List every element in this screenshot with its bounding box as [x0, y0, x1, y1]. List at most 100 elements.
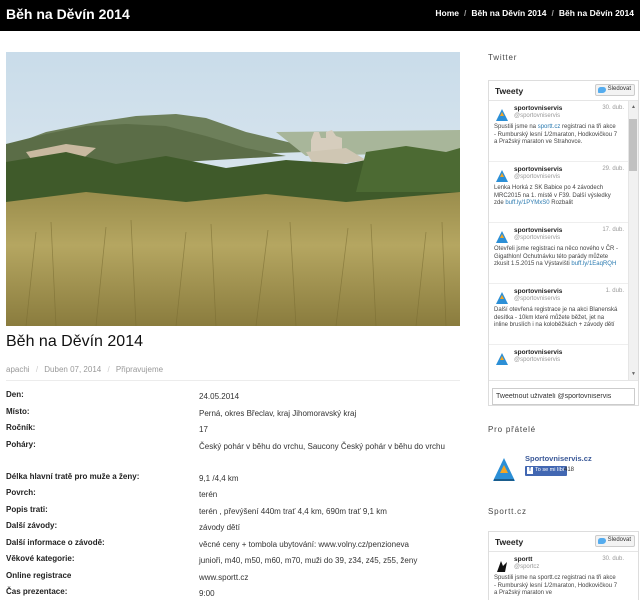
sportt-widget-header: Tweety Sledovat: [489, 532, 638, 552]
hero-image: [6, 52, 460, 326]
detail-label: Věkové kategorie:: [6, 554, 75, 563]
meta-divider: [6, 380, 460, 381]
site-title[interactable]: Běh na Děvín 2014: [6, 6, 130, 22]
tweet-list: sportovniservis @sportovniservis 30. dub…: [489, 101, 638, 380]
detail-row-categories: Věkové kategorie: junioři, m40, m50, m60…: [6, 553, 460, 570]
tweet-text: Otevřeli jsme registraci na něco nového …: [494, 246, 619, 269]
breadcrumb-category[interactable]: Běh na Děvín 2014: [471, 8, 546, 18]
tweet-author-handle: @sportovniservis: [514, 296, 561, 302]
tweet-author-handle: @sportovniservis: [514, 235, 561, 241]
tweet-expand[interactable]: Rozbalit: [550, 200, 573, 206]
meta-separator: /: [35, 365, 39, 374]
detail-label: Další závody:: [6, 521, 58, 530]
detail-value: terén: [199, 490, 218, 499]
post-author[interactable]: apachi: [6, 365, 30, 374]
avatar-icon: [494, 351, 510, 367]
tweet-text-part: Spustili jsme na: [494, 124, 538, 130]
twitter-widget: Tweety Sledovat sportovniservis @sportov…: [488, 80, 639, 406]
detail-label: Poháry:: [6, 439, 36, 449]
tweet-date[interactable]: 30. dub.: [602, 556, 624, 562]
breadcrumb: Home / Běh na Děvín 2014 / Běh na Děvín …: [435, 8, 634, 18]
tweet-date[interactable]: 29. dub.: [602, 166, 624, 172]
tweet-date[interactable]: 17. dub.: [602, 227, 624, 233]
detail-row-registration: Online registrace www.sportt.cz: [6, 570, 460, 587]
follow-button[interactable]: Sledovat: [594, 84, 635, 96]
tweet-author-handle: @sportovniservis: [514, 174, 561, 180]
post-title: Běh na Děvín 2014: [6, 333, 143, 350]
tweet-link[interactable]: buff.ly/1EaqRQH: [571, 261, 616, 267]
tweet-item[interactable]: sportt @sportcz 30. dub. Spustili jsme n…: [489, 552, 638, 600]
tweet-item[interactable]: sportovniservis @sportovniservis: [489, 345, 638, 380]
sportt-heading: Sportt.cz: [488, 507, 527, 516]
tweet-date[interactable]: 1. dub.: [606, 288, 624, 294]
sportt-widget-title[interactable]: Tweety: [495, 537, 523, 547]
detail-label: Místo:: [6, 406, 30, 416]
tweet-author-name[interactable]: sportt: [514, 556, 532, 563]
sportt-follow-button[interactable]: Sledovat: [594, 535, 635, 547]
detail-value: terén , převýšení 440m trať 4,4 km, 690m…: [199, 506, 387, 516]
breadcrumb-separator: /: [464, 8, 467, 18]
post-category[interactable]: Připravujeme: [116, 365, 163, 374]
tweet-text: Další otevřená registrace je na akci Bla…: [494, 307, 618, 328]
twitter-widget-header: Tweety Sledovat: [489, 81, 638, 101]
detail-value: závody dětí: [199, 523, 240, 532]
breadcrumb-current: Běh na Děvín 2014: [558, 8, 634, 18]
detail-value: 17: [199, 425, 208, 434]
tweet-author-handle: @sportcz: [514, 564, 540, 570]
detail-value: 24.05.2014: [199, 392, 240, 401]
meta-separator: /: [107, 365, 110, 374]
detail-value[interactable]: www.sportt.cz: [199, 570, 460, 587]
twitter-bird-icon: [597, 538, 606, 544]
scroll-down-icon[interactable]: ▼: [631, 371, 636, 377]
detail-label: Čas prezentace:: [6, 587, 68, 596]
post-date: Duben 07, 2014: [44, 365, 102, 374]
tweet-author-name[interactable]: sportovniservis: [514, 166, 562, 173]
detail-row-other-races: Další závody: závody dětí: [6, 520, 460, 537]
post-meta: apachi / Duben 07, 2014 / Připravujeme: [6, 365, 163, 374]
facebook-page-name[interactable]: Sportovniservis.cz: [525, 454, 592, 463]
tweet-author-name[interactable]: sportovniservis: [514, 349, 562, 356]
facebook-like-button[interactable]: f To se mi líbí: [525, 466, 568, 476]
tweet-item[interactable]: sportovniservis @sportovniservis 30. dub…: [489, 101, 638, 162]
avatar-icon: [494, 290, 510, 306]
twitter-widget-title[interactable]: Tweety: [495, 86, 523, 96]
twitter-bird-icon: [597, 87, 606, 93]
tweet-item[interactable]: sportovniservis @sportovniservis 1. dub.…: [489, 284, 638, 345]
breadcrumb-home[interactable]: Home: [435, 8, 459, 18]
sportt-avatar-icon: [494, 558, 510, 574]
tweet-date[interactable]: 30. dub.: [602, 105, 624, 111]
sportt-twitter-widget: Tweety Sledovat sportt @sportcz 30. dub.…: [488, 531, 639, 600]
top-bar: Běh na Děvín 2014 Home / Běh na Děvín 20…: [0, 0, 640, 31]
detail-value: junioři, m40, m50, m60, m70, muži do 39,…: [199, 556, 418, 565]
tweet-author-name[interactable]: sportovniservis: [514, 105, 562, 112]
tweet-text: Spustili jsme na sportt.cz registraci na…: [494, 575, 618, 596]
sportovniservis-logo-icon[interactable]: [491, 455, 517, 483]
avatar-icon: [494, 168, 510, 184]
scroll-thumb[interactable]: [629, 119, 637, 171]
detail-label: Ročník:: [6, 423, 36, 432]
tweet-author-name[interactable]: sportovniservis: [514, 227, 562, 234]
detail-label: Délka hlavní tratě pro muže a ženy:: [6, 471, 140, 481]
detail-value: Český pohár v běhu do vrchu, Saucony Čes…: [199, 441, 445, 451]
tweet-text: Spustili jsme na sportt.cz registraci na…: [494, 124, 619, 147]
tweet-link[interactable]: buff.ly/1PYMxS0: [505, 200, 549, 206]
tweet-link[interactable]: sportt.cz: [538, 124, 561, 130]
detail-label: Den:: [6, 390, 24, 399]
tweet-item[interactable]: sportovniservis @sportovniservis 29. dub…: [489, 162, 638, 223]
scroll-up-icon[interactable]: ▲: [631, 104, 636, 110]
detail-label: Další informace o závodě:: [6, 537, 105, 547]
tweet-input[interactable]: [492, 388, 635, 405]
landscape-photo: [6, 52, 460, 326]
detail-row-cups: Poháry: Český pohár v běhu do vrchu, Sau…: [6, 439, 460, 471]
friends-heading: Pro přátelé: [488, 425, 536, 434]
facebook-icon: f: [527, 467, 533, 474]
tweet-item[interactable]: sportovniservis @sportovniservis 17. dub…: [489, 223, 638, 284]
follow-label: Sledovat: [607, 537, 631, 543]
detail-row-info: Další informace o závodě: věcné ceny + t…: [6, 537, 460, 554]
tweet-author-name[interactable]: sportovniservis: [514, 288, 562, 295]
avatar-icon: [494, 229, 510, 245]
avatar-icon: [494, 107, 510, 123]
like-count: 418: [564, 467, 575, 473]
detail-label: Povrch:: [6, 488, 36, 497]
tweet-scrollbar[interactable]: ▲ ▼: [628, 101, 638, 380]
